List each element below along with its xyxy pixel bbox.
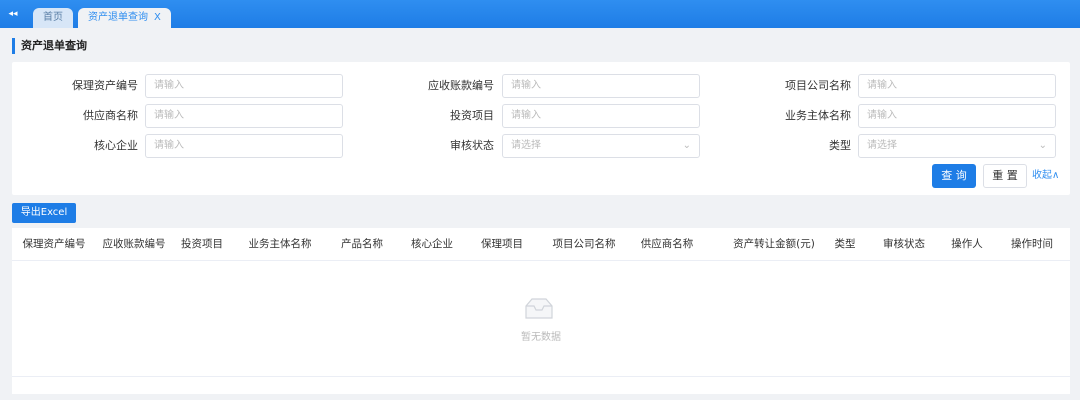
search-panel: 保理资产编号 请输入 应收账款编号 请输入 项目公司名称 请输入 供应商名称 请… <box>12 62 1070 195</box>
filter-label-core-enterprise: 核心企业 <box>94 139 138 152</box>
column-header: 业务主体名称 <box>248 238 312 250</box>
column-header: 操作人 <box>951 238 983 250</box>
filter-row: 核心企业 请输入 审核状态 请选择 ⌄ 类型 请选择 ⌄ <box>12 134 1070 158</box>
filter-label-project-company: 项目公司名称 <box>785 79 851 92</box>
tab-asset-return-query-label: 资产退单查询 <box>88 12 148 23</box>
page-title: 资产退单查询 <box>12 38 87 54</box>
filter-label-supplier-name: 供应商名称 <box>83 109 138 122</box>
column-header: 资产转让金额(元) <box>733 238 815 250</box>
factoring-asset-no-input[interactable]: 请输入 <box>145 74 343 98</box>
results-table: 保理资产编号 应收账款编号 投资项目 业务主体名称 产品名称 核心企业 保理项目… <box>12 228 1070 394</box>
type-select[interactable]: 请选择 ⌄ <box>858 134 1056 158</box>
column-header: 项目公司名称 <box>552 238 616 250</box>
filter-label-receivable-no: 应收账款编号 <box>428 79 494 92</box>
column-header: 保理资产编号 <box>22 238 86 250</box>
top-bar: ◂◂ 首页 资产退单查询 X <box>0 0 1080 28</box>
filter-row: 保理资产编号 请输入 应收账款编号 请输入 项目公司名称 请输入 <box>12 74 1070 98</box>
column-header: 操作时间 <box>1011 238 1053 250</box>
query-button[interactable]: 查 询 <box>932 164 976 188</box>
tab-home-label: 首页 <box>43 12 63 23</box>
audit-status-select[interactable]: 请选择 ⌄ <box>502 134 700 158</box>
column-header: 产品名称 <box>341 238 383 250</box>
column-header: 供应商名称 <box>640 238 694 250</box>
column-header: 投资项目 <box>181 238 223 250</box>
tab-asset-return-query[interactable]: 资产退单查询 X <box>78 8 171 28</box>
chevron-down-icon: ⌄ <box>1038 140 1047 151</box>
export-excel-button[interactable]: 导出Excel <box>12 203 76 223</box>
double-chevron-left-icon[interactable]: ◂◂ <box>6 8 20 20</box>
business-entity-input[interactable]: 请输入 <box>858 104 1056 128</box>
audit-status-placeholder: 请选择 <box>511 140 541 151</box>
column-header: 审核状态 <box>883 238 925 250</box>
divider <box>12 376 1070 377</box>
reset-button[interactable]: 重 置 <box>983 164 1027 188</box>
column-header: 类型 <box>834 238 856 250</box>
empty-state: 暂无数据 <box>12 260 1070 394</box>
receivable-no-input[interactable]: 请输入 <box>502 74 700 98</box>
filter-label-factoring-asset-no: 保理资产编号 <box>72 79 138 92</box>
tab-home[interactable]: 首页 <box>33 8 73 28</box>
core-enterprise-input[interactable]: 请输入 <box>145 134 343 158</box>
supplier-name-input[interactable]: 请输入 <box>145 104 343 128</box>
filter-label-type: 类型 <box>829 139 851 152</box>
empty-text: 暂无数据 <box>521 332 561 343</box>
project-company-input[interactable]: 请输入 <box>858 74 1056 98</box>
investment-project-input[interactable]: 请输入 <box>502 104 700 128</box>
filter-label-investment-project: 投资项目 <box>450 109 494 122</box>
filter-row: 供应商名称 请输入 投资项目 请输入 业务主体名称 请输入 <box>12 104 1070 128</box>
chevron-down-icon: ⌄ <box>682 140 691 151</box>
column-header: 保理项目 <box>481 238 523 250</box>
column-header: 核心企业 <box>411 238 453 250</box>
type-placeholder: 请选择 <box>867 140 897 151</box>
empty-inbox-icon <box>525 298 553 319</box>
filter-label-audit-status: 审核状态 <box>450 139 494 152</box>
table-header: 保理资产编号 应收账款编号 投资项目 业务主体名称 产品名称 核心企业 保理项目… <box>12 228 1070 261</box>
close-icon[interactable]: X <box>154 12 161 23</box>
collapse-link[interactable]: 收起∧ <box>1032 164 1059 188</box>
filter-label-business-entity: 业务主体名称 <box>785 109 851 122</box>
column-header: 应收账款编号 <box>102 238 166 250</box>
